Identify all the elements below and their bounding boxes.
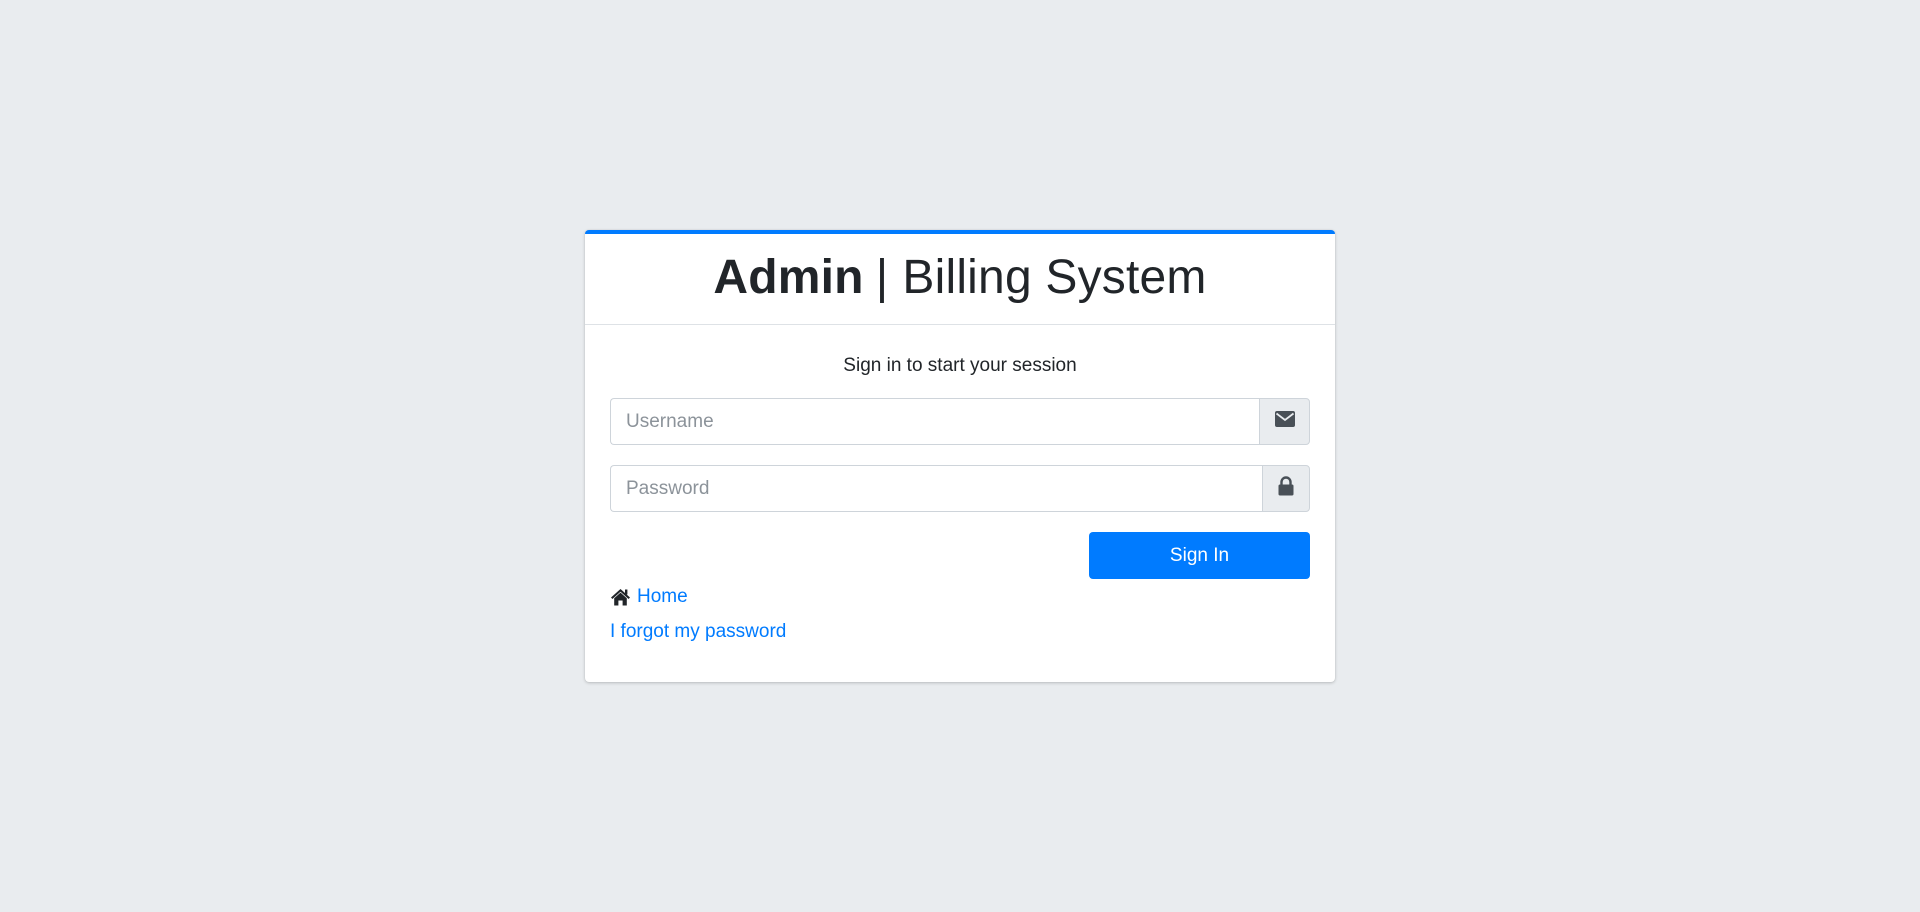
sign-in-button[interactable]: Sign In [1089, 532, 1310, 579]
card-body: Sign in to start your session Username S… [585, 354, 1335, 644]
forgot-link-row: I forgot my password [610, 620, 1310, 644]
password-group [610, 465, 1310, 512]
submit-row: Sign In [610, 532, 1310, 579]
brand-separator: | [875, 250, 889, 304]
lock-icon [1278, 476, 1294, 501]
login-card: Admin | Billing System Sign in to start … [585, 230, 1335, 682]
username-input[interactable] [610, 398, 1259, 445]
brand-subtitle: Billing System [902, 250, 1207, 304]
password-input[interactable] [610, 465, 1262, 512]
home-icon [610, 588, 631, 606]
brand-name: Admin [713, 250, 864, 304]
login-message: Sign in to start your session [843, 355, 1077, 376]
forgot-password-link[interactable]: I forgot my password [610, 621, 786, 643]
card-header: Admin | Billing System [585, 234, 1335, 325]
home-link-row: Home [610, 585, 1310, 609]
auth-links: Home I forgot my password [610, 585, 1310, 644]
password-addon [1262, 465, 1310, 512]
username-group [610, 398, 1310, 445]
home-link[interactable]: Home [637, 586, 688, 608]
username-addon [1259, 398, 1310, 445]
envelope-icon [1274, 411, 1295, 432]
